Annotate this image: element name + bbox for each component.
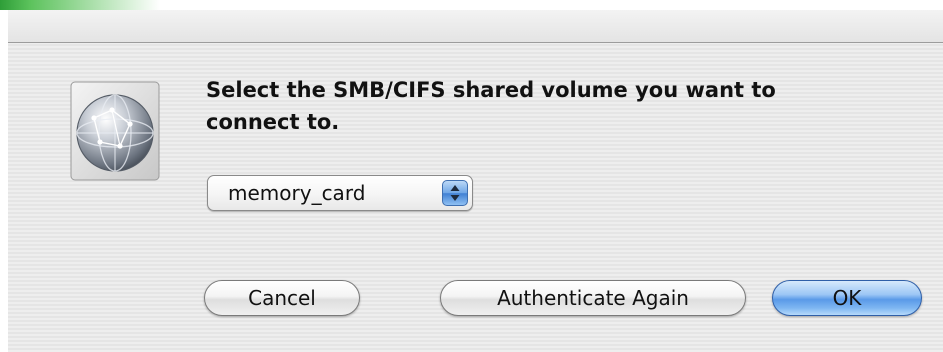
- updown-arrows-icon: [442, 180, 468, 206]
- connect-dialog: Select the SMB/CIFS shared volume you wa…: [8, 10, 943, 352]
- top-color-strip: [0, 0, 943, 10]
- authenticate-again-button[interactable]: Authenticate Again: [440, 280, 746, 316]
- volume-select[interactable]: memory_card: [207, 175, 473, 211]
- dialog-message: Select the SMB/CIFS shared volume you wa…: [206, 78, 776, 134]
- title-bar[interactable]: [8, 10, 943, 43]
- volume-select-value: memory_card: [228, 181, 366, 205]
- ok-button[interactable]: OK: [772, 280, 922, 316]
- cancel-button[interactable]: Cancel: [204, 280, 360, 316]
- network-globe-icon: [68, 80, 162, 184]
